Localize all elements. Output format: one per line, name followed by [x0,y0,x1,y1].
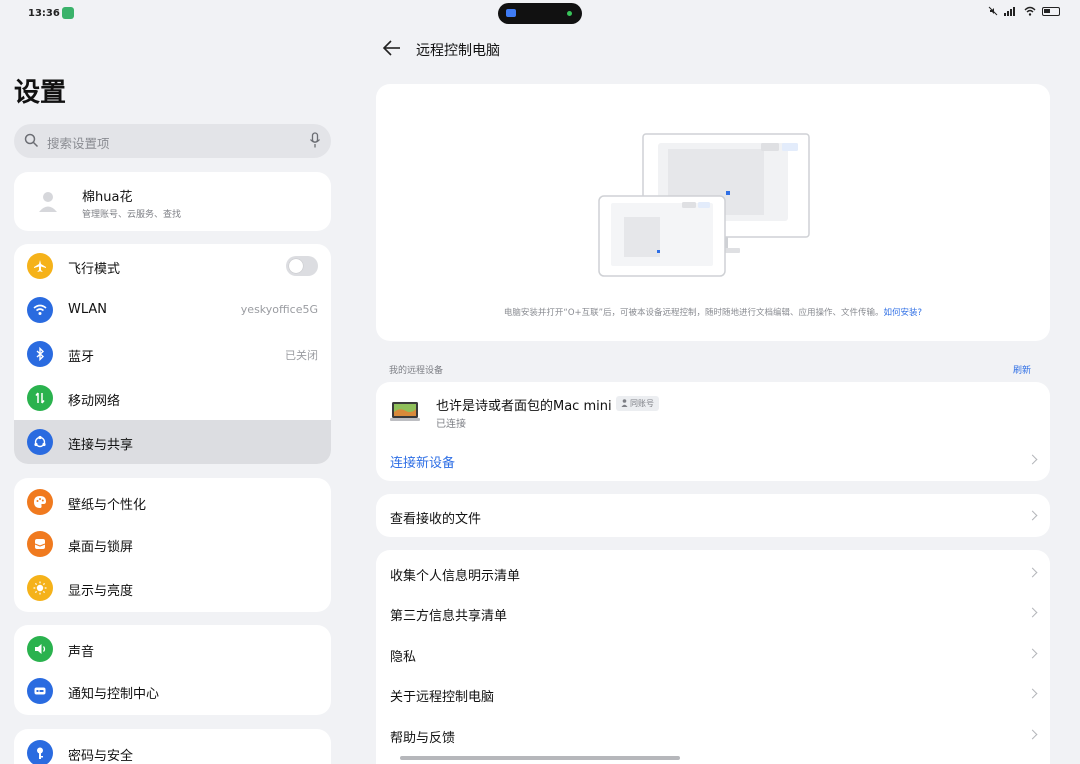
sidebar-item-label: 桌面与锁屏 [68,540,134,555]
sidebar-item-bluetooth[interactable]: 蓝牙 已关闭 [14,332,331,376]
sidebar-item-sound[interactable]: 声音 [14,627,331,671]
view-received-files-row[interactable]: 查看接收的文件 [376,494,1050,537]
status-indicators [988,6,1060,16]
sidebar-item-connection-sharing[interactable]: 连接与共享 [14,420,331,464]
hero-description-text: 电脑安装并打开“O+互联”后，可被本设备远程控制，随时随地进行文档编辑、应用操作… [503,308,884,318]
refresh-button[interactable]: 刷新 [1013,363,1031,376]
list-item[interactable]: 收集个人信息明示清单 [376,550,1050,595]
info-list-card: 收集个人信息明示清单 第三方信息共享清单 隐私 关于远程控制电脑 帮助与反馈 [376,550,1050,764]
notification-icon [27,678,53,704]
back-arrow-icon[interactable] [382,38,402,58]
sidebar-item-wallpaper[interactable]: 壁纸与个性化 [14,480,331,524]
account-name: 棉hua花 [82,190,133,205]
settings-group-display: 壁纸与个性化 桌面与锁屏 显示与亮度 [14,478,331,612]
dynamic-island[interactable] [498,3,582,24]
search-placeholder: 搜索设置项 [47,136,110,151]
list-item-label: 关于远程控制电脑 [390,690,495,705]
status-app-icon [62,7,74,19]
mute-icon [988,6,998,16]
list-item-label: 帮助与反馈 [390,731,456,746]
same-account-badge: 同账号 [616,396,659,411]
key-icon [27,740,53,764]
sound-icon [27,636,53,662]
settings-title: 设置 [14,78,67,108]
sidebar-item-label: 移动网络 [68,394,121,409]
sidebar-item-notification-control[interactable]: 通知与控制中心 [14,669,331,713]
devices-card: 也许是诗或者面包的Mac mini 同账号 已连接 连接新设备 [376,382,1050,481]
chevron-right-icon [1027,510,1038,521]
sidebar-item-label: WLAN [68,302,108,317]
camera-indicator-icon [567,11,572,16]
sidebar-item-airplane-mode[interactable]: 飞行模式 [14,244,331,288]
list-item-label: 第三方信息共享清单 [390,609,508,624]
sidebar-item-mobile-network[interactable]: 移动网络 [14,376,331,420]
my-devices-label: 我的远程设备 [389,366,444,376]
account-card[interactable]: 棉hua花 管理账号、云服务、查找 [14,172,331,231]
settings-group-security: 密码与安全 [14,729,331,764]
chevron-right-icon [1027,454,1038,465]
airplane-mode-toggle[interactable] [286,256,318,276]
mobile-data-icon [27,385,53,411]
sidebar-item-label: 蓝牙 [68,350,95,365]
airplane-icon [27,253,53,279]
list-item-label: 收集个人信息明示清单 [390,569,521,584]
sidebar-item-label: 声音 [68,645,95,660]
chevron-right-icon [1027,607,1038,618]
hero-description: 电脑安装并打开“O+互联”后，可被本设备远程控制，随时随地进行文档编辑、应用操作… [376,306,1050,318]
list-item[interactable]: 关于远程控制电脑 [376,676,1050,716]
same-account-badge-text: 同账号 [630,399,654,408]
hero-card: 电脑安装并打开“O+互联”后，可被本设备远程控制，随时随地进行文档编辑、应用操作… [376,84,1050,341]
palette-icon [27,489,53,515]
search-icon [24,133,39,148]
mac-device-icon [390,402,420,421]
sidebar-item-desktop-lockscreen[interactable]: 桌面与锁屏 [14,522,331,566]
remote-control-illustration [598,133,810,277]
list-item[interactable]: 帮助与反馈 [376,716,1050,756]
chevron-right-icon [1027,648,1038,659]
desktop-icon [27,531,53,557]
view-received-files-label: 查看接收的文件 [390,512,482,527]
device-name[interactable]: 也许是诗或者面包的Mac mini [436,395,612,414]
sidebar-item-label: 显示与亮度 [68,584,134,599]
sidebar-item-label: 壁纸与个性化 [68,498,147,513]
wifi-status-icon [1024,6,1036,16]
bluetooth-value: 已关闭 [285,349,318,362]
bluetooth-icon [27,341,53,367]
wifi-icon [27,297,53,323]
connect-new-device-button[interactable]: 连接新设备 [390,452,455,471]
sidebar-item-display-brightness[interactable]: 显示与亮度 [14,566,331,610]
chevron-right-icon [1027,567,1038,578]
avatar [39,192,57,212]
island-app-icon [506,9,516,17]
chevron-right-icon [1027,729,1038,740]
wlan-value: yeskyoffice5G [240,303,318,316]
sidebar-item-label: 密码与安全 [68,749,134,764]
device-status: 已连接 [436,419,466,430]
list-item-label: 隐私 [390,650,417,665]
share-icon [27,429,53,455]
sidebar-item-label: 通知与控制中心 [68,687,160,702]
settings-group-network: 飞行模式 WLAN yeskyoffice5G 蓝牙 已关闭 移动网络 连接与共… [14,244,331,464]
sidebar-item-wlan[interactable]: WLAN yeskyoffice5G [14,288,331,332]
sidebar-item-label: 连接与共享 [68,438,134,453]
list-item[interactable]: 隐私 [376,635,1050,676]
account-subtitle: 管理账号、云服务、查找 [82,210,182,220]
home-indicator[interactable] [400,756,680,760]
brightness-icon [27,575,53,601]
signal-icon [1004,7,1015,16]
settings-group-sound: 声音 通知与控制中心 [14,625,331,715]
sidebar-item-password-security[interactable]: 密码与安全 [14,731,331,764]
status-time: 13:36 [28,8,60,19]
person-icon [621,399,628,407]
microphone-icon[interactable] [309,132,321,149]
list-item[interactable]: 第三方信息共享清单 [376,595,1050,635]
battery-icon [1042,6,1060,16]
how-to-install-link[interactable]: 如何安装? [884,308,923,318]
chevron-right-icon [1027,688,1038,699]
search-input[interactable]: 搜索设置项 [14,124,331,158]
page-title: 远程控制电脑 [416,43,500,59]
sidebar-item-label: 飞行模式 [68,262,121,277]
